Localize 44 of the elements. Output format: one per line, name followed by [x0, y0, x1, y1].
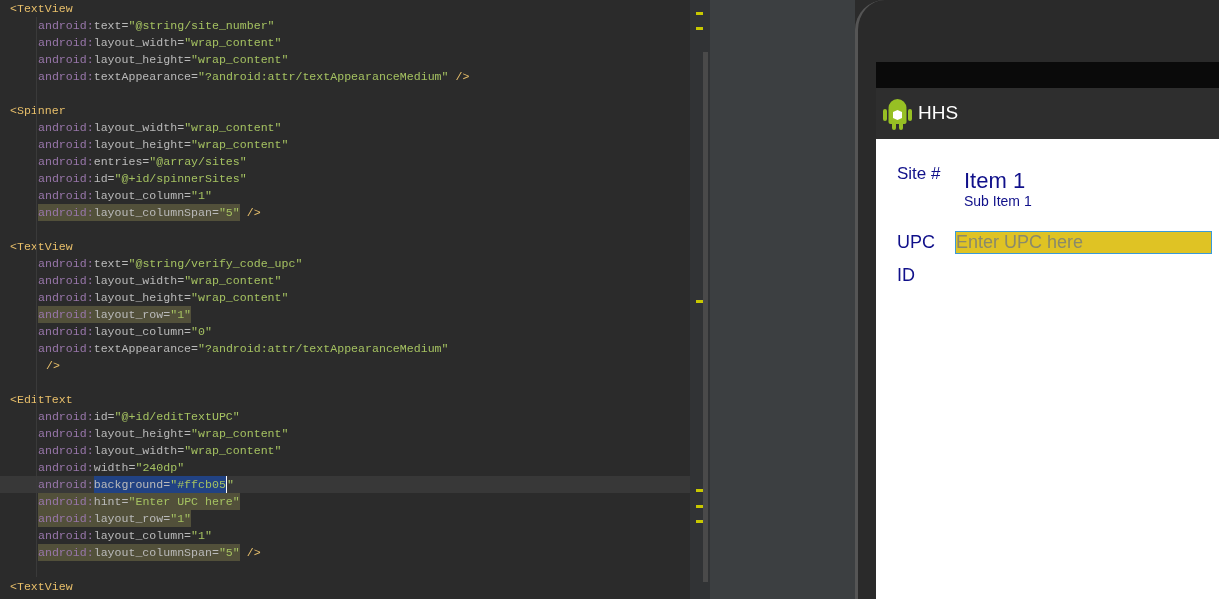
- marker-icon: [696, 489, 703, 492]
- marker-icon: [696, 27, 703, 30]
- spinner-subtext: Sub Item 1: [964, 193, 1032, 209]
- code-line: android:layout_width="wrap_content": [38, 442, 282, 459]
- code-line: android:textAppearance="?android:attr/textAppearanceMedium": [38, 68, 449, 85]
- marker-icon: [696, 505, 703, 508]
- code-line: android:text="@string/verify_code_upc": [38, 255, 303, 272]
- code-tag: <Spinner: [10, 101, 66, 120]
- code-line: android:layout_column="1": [38, 187, 212, 204]
- code-tag: />: [46, 356, 60, 375]
- site-spinner[interactable]: Item 1 Sub Item 1: [964, 161, 1032, 209]
- code-line: android:entries="@array/sites": [38, 153, 247, 170]
- code-line: android:layout_height="wrap_content": [38, 425, 289, 442]
- code-tag: />: [246, 203, 261, 222]
- code-tag: />: [455, 67, 470, 86]
- scrollbar[interactable]: [703, 52, 708, 582]
- code-line: android:width="240dp": [38, 459, 185, 476]
- code-line: android:text="@string/site_number": [38, 17, 275, 34]
- code-tag: />: [246, 543, 261, 562]
- id-label: ID: [897, 264, 916, 287]
- code-line: android:layout_column="0": [38, 323, 212, 340]
- site-label: Site #: [897, 163, 942, 185]
- code-line: android:layout_width="wrap_content": [38, 119, 282, 136]
- marker-icon: [696, 300, 703, 303]
- code-line: android:id="@+id/editTextUPC": [38, 408, 240, 425]
- code-tag: <EditText: [10, 390, 73, 409]
- code-tag: <TextView: [10, 237, 73, 256]
- marker-icon: [696, 12, 703, 15]
- code-line: android:layout_width="wrap_content": [38, 272, 282, 289]
- code-line: android:layout_height="wrap_content": [38, 136, 289, 153]
- code-line: android:background="#ffcb05": [38, 475, 234, 494]
- code-line: android:layout_height="wrap_content": [38, 289, 289, 306]
- code-line: android:layout_column="1": [38, 527, 212, 544]
- upc-input-field[interactable]: Enter UPC here: [955, 231, 1212, 254]
- code-line: android:layout_width="wrap_content": [38, 34, 282, 51]
- upc-label: UPC: [897, 231, 936, 254]
- code-line: android:textAppearance="?android:attr/textAppearanceMedium": [38, 340, 449, 357]
- app-title: HHS: [918, 101, 959, 126]
- code-line: android:id="@+id/spinnerSites": [38, 170, 247, 187]
- marker-icon: [696, 520, 703, 523]
- code-tag: <TextView: [10, 577, 73, 596]
- android-robot-icon: [882, 96, 913, 131]
- code-line: android:layout_height="wrap_content": [38, 51, 289, 68]
- code-tag: <TextView: [10, 0, 73, 18]
